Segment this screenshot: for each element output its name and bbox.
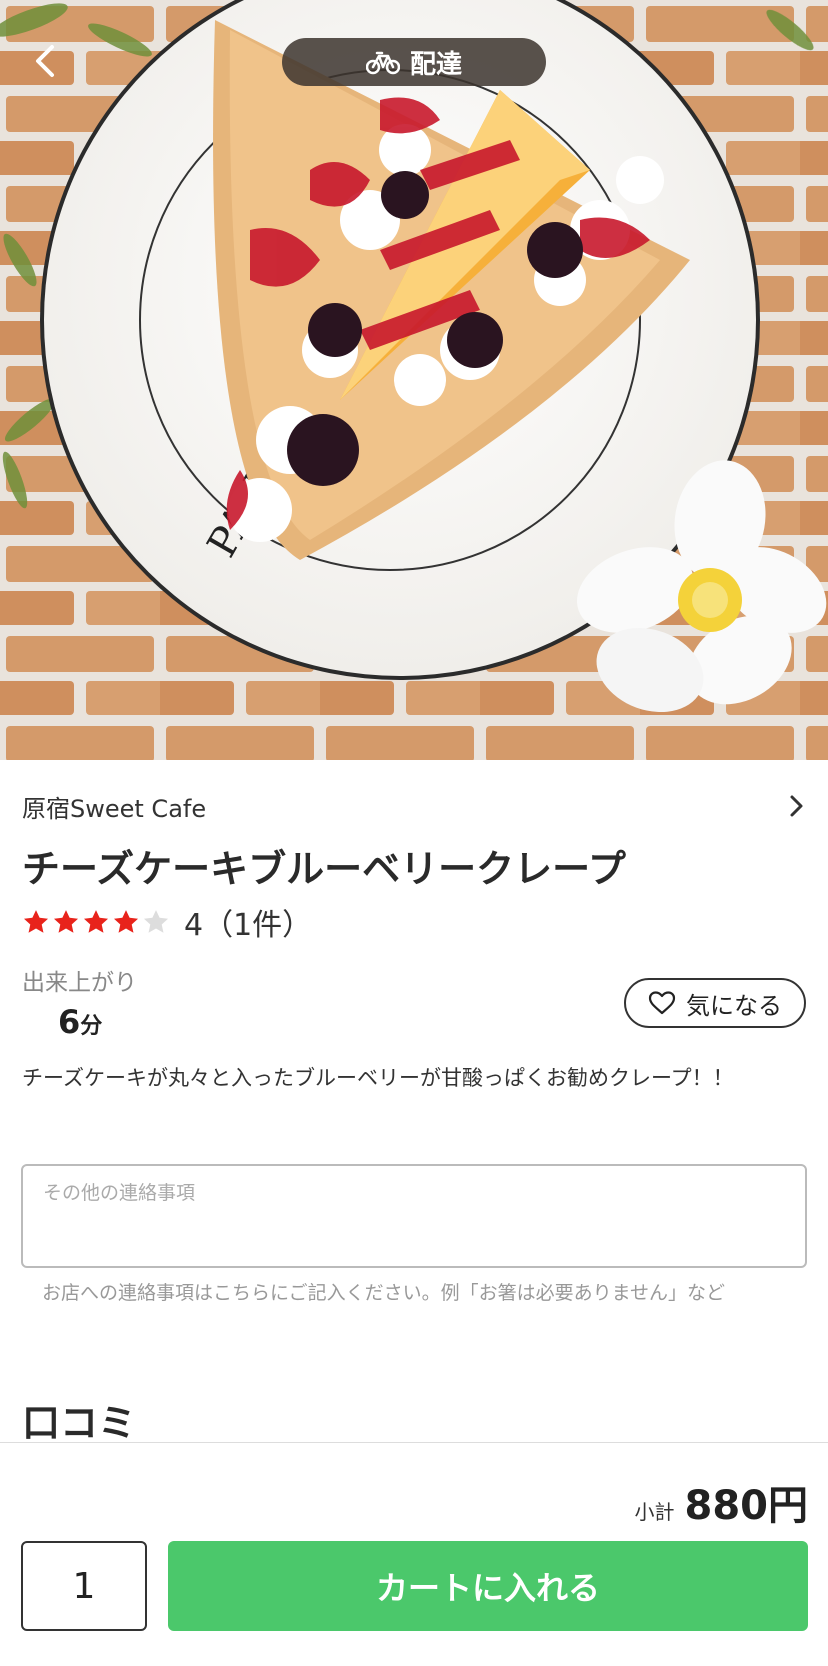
quantity-selector[interactable]: 1 [21,1541,147,1631]
delivery-mode-label: 配達 [409,49,462,80]
subtotal-value: 880円 [684,1483,809,1529]
reviews-heading: 口コミ [22,1401,137,1445]
chevron-right-icon [790,795,803,817]
add-to-cart-button[interactable]: カートに入れる [168,1541,808,1631]
back-button[interactable] [22,38,68,84]
star-filled-icon [83,910,109,933]
bicycle-icon [365,51,400,75]
heart-icon [648,991,676,1015]
star-filled-icon [23,910,49,933]
prep-time-value: 6分 [58,1003,102,1041]
star-empty-icon [143,910,169,933]
note-input[interactable] [21,1164,807,1268]
favorite-button[interactable]: 気になる [624,978,806,1028]
rating-stars [22,908,170,936]
product-photo: PANCAKE [0,0,828,760]
chevron-left-icon [36,45,54,77]
product-title: チーズケーキブルーベリークレープ [22,847,626,891]
prep-time-unit: 分 [80,1014,103,1039]
bottom-cart-bar: 小計 880円 1 カートに入れる [0,1442,828,1666]
shop-link[interactable]: 原宿Sweet Cafe [22,786,806,826]
prep-time-number: 6 [58,1003,81,1041]
rating-text: 4（1件） [184,908,313,943]
delivery-mode-badge: 配達 [282,38,546,86]
rating: 4（1件） [22,900,312,944]
favorite-label: 気になる [686,991,782,1020]
crepe-plate-illustration: PANCAKE [0,0,828,760]
note-help-text: お店への連絡事項はこちらにご記入ください。例「お箸は必要ありません」など [42,1282,726,1304]
subtotal-label: 小計 [634,1500,675,1524]
star-filled-icon [113,910,139,933]
shop-name: 原宿Sweet Cafe [22,794,207,823]
product-description: チーズケーキが丸々と入ったブルーベリーが甘酸っぱくお勧めクレープ！！ [22,1066,734,1090]
prep-time-label: 出来上がり [22,970,137,996]
add-to-cart-label: カートに入れる [375,1569,600,1607]
subtotal: 小計 880円 [635,1473,809,1531]
star-filled-icon [53,910,79,933]
quantity-value: 1 [72,1565,96,1607]
